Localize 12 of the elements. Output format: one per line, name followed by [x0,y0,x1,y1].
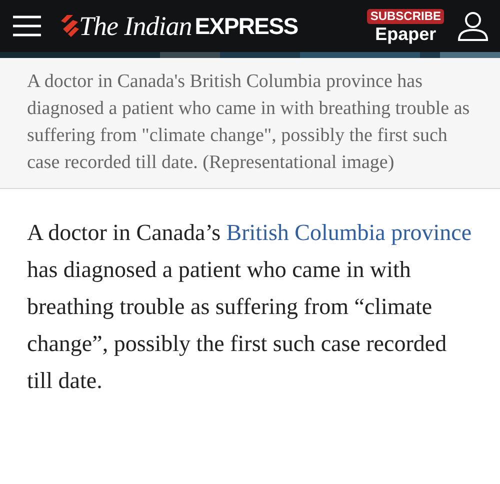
logo-text: EXPRESS [194,12,298,40]
image-caption: A doctor in Canada's British Columbia province has diagnosed a patient who came in with breathing trouble as suffering from "climate change", possibly the first such case recorded till date. (Representational image) [27,70,470,175]
menu-icon [13,15,41,37]
menu-button[interactable] [13,15,41,37]
logo-text: The Indian [79,10,192,42]
article-link[interactable]: British Columbia province [226,220,472,245]
epaper-link[interactable]: Epaper [375,24,436,44]
account-button[interactable] [458,11,488,41]
subscribe-button[interactable]: SUBSCRIBE [367,8,444,24]
user-icon [458,11,488,41]
article-paragraph: A doctor in Canada’s British Columbia province has diagnosed a patient who came in with breathing trouble as suffering from “climate change”, possibly the first such case recorded till date. [26,219,473,395]
logo-mark-icon [61,15,79,37]
